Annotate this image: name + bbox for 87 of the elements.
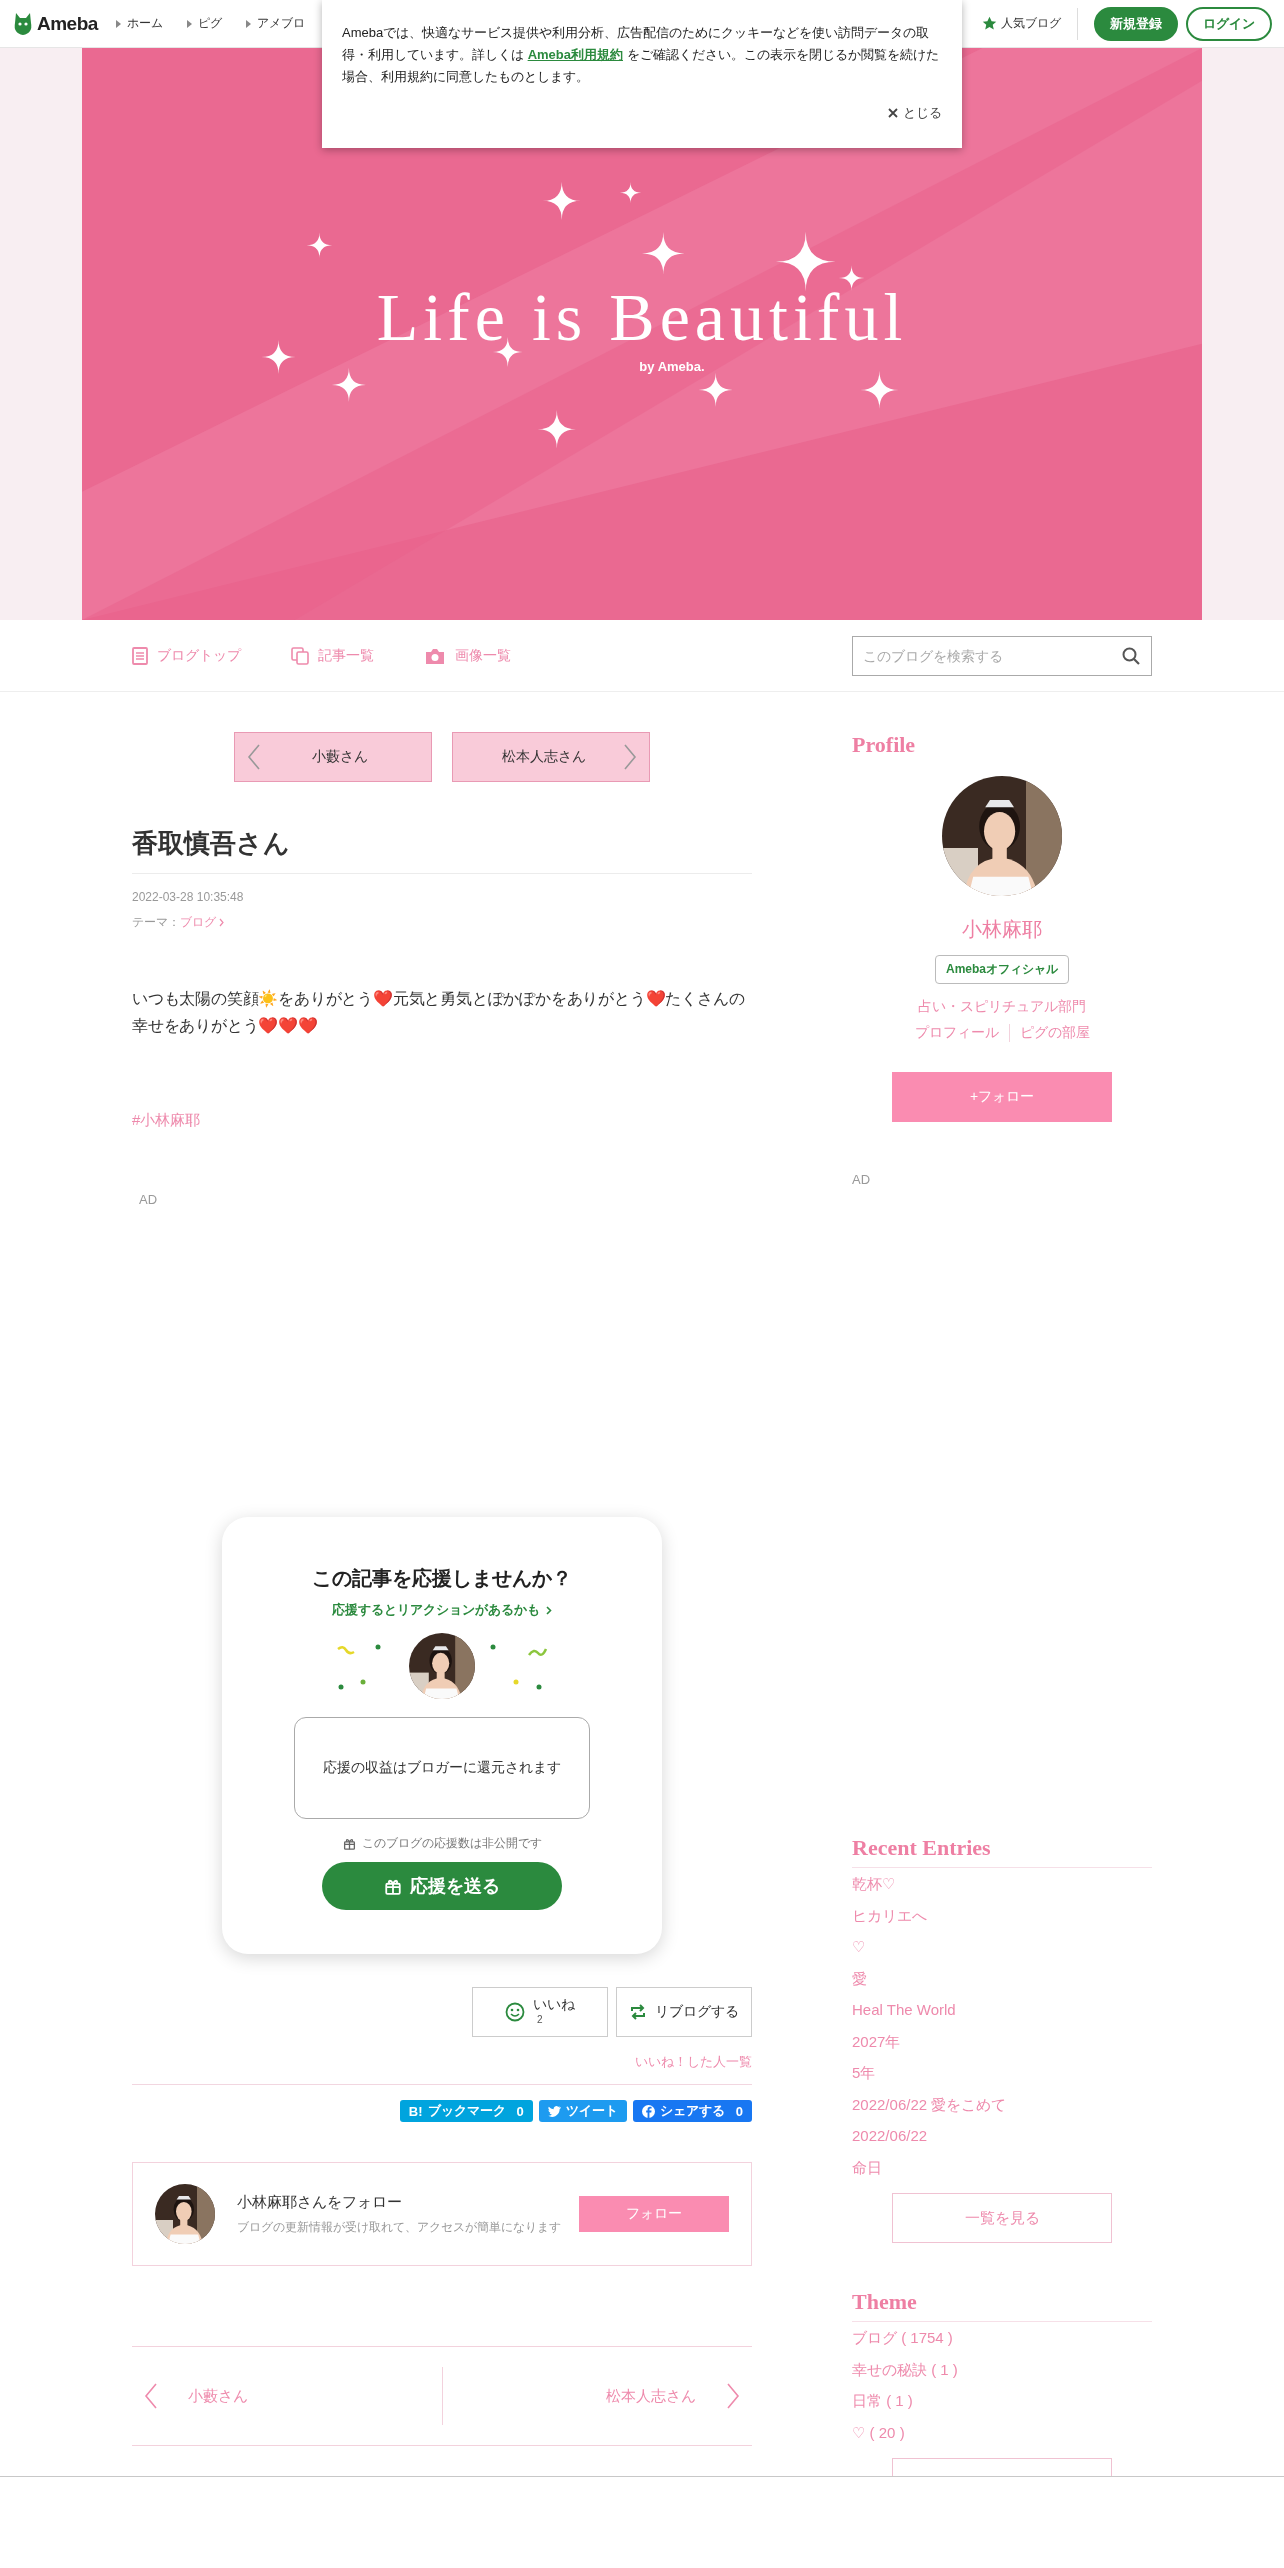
category-link[interactable]: 占い・スピリチュアル部門 — [918, 998, 1086, 1014]
follow-button[interactable]: フォロー — [579, 2196, 729, 2232]
facebook-icon — [641, 2104, 655, 2118]
pages-icon — [291, 646, 309, 665]
recent-entries-heading: Recent Entries — [852, 1835, 1152, 1868]
theme-entry-link[interactable]: 日常 ( 1 ) — [852, 2385, 1152, 2417]
nav-link[interactable]: ホーム — [126, 15, 163, 32]
caret-icon — [186, 19, 192, 28]
close-icon — [888, 108, 898, 118]
search-icon — [1122, 646, 1140, 665]
caret-icon — [245, 19, 251, 28]
byline: by Ameba. — [639, 359, 705, 374]
nav-link[interactable]: アメブロ — [256, 15, 305, 32]
recent-entry-link[interactable]: ♡ — [852, 1931, 1152, 1963]
theme-link[interactable]: ブログ — [180, 914, 224, 931]
blog-nav-link[interactable]: ブログトップ — [132, 646, 241, 665]
likers-link[interactable]: いいね！した人一覧 — [635, 2054, 752, 2069]
reblog-button[interactable]: リブログする — [616, 1987, 752, 2037]
smiley-icon — [505, 2002, 525, 2022]
recent-entry-link[interactable]: 愛 — [852, 1962, 1152, 1994]
search-field[interactable]: このブログを検索する — [852, 635, 1152, 676]
ad-label: AD — [139, 1192, 159, 1207]
share-button[interactable]: シェアする 0 — [632, 2100, 752, 2122]
gift-icon — [342, 1837, 356, 1850]
camera-icon — [424, 646, 446, 665]
chevron-right-icon — [219, 918, 224, 927]
chevron-right-icon — [546, 1606, 552, 1615]
list-icon — [132, 646, 148, 665]
support-note: このブログの応援数は非公開です — [361, 1835, 542, 1852]
chevron-right-icon — [726, 2383, 740, 2409]
recent-entry-link[interactable]: Heal The World — [852, 1994, 1152, 2026]
follow-subtitle: ブログの更新情報が受け取れて、アクセスが簡単になります — [237, 2220, 562, 2235]
popular-blogs-link[interactable]: 人気ブログ — [1001, 15, 1061, 32]
nav-link[interactable]: ピグ — [197, 15, 222, 32]
blog-nav-link[interactable]: 記事一覧 — [291, 646, 374, 665]
support-title: この記事を応援しませんか？ — [312, 1566, 572, 1591]
caret-icon — [115, 19, 121, 28]
hatena-logo: B! — [408, 2103, 423, 2119]
terms-link[interactable]: Ameba利用規約 — [527, 47, 623, 62]
logo-text[interactable]: Ameba — [37, 12, 98, 35]
profile-link[interactable]: ピグの部屋 — [1008, 1024, 1090, 1042]
follow-title: 小林麻耶さんをフォロー — [237, 2193, 403, 2212]
next-article-link[interactable]: 松本人志さん — [442, 2383, 752, 2409]
hashtag-link[interactable]: #小林麻耶 — [132, 1111, 201, 1128]
recent-entry-link[interactable]: ヒカリエへ — [852, 1899, 1152, 1931]
official-badge: Amebaオフィシャル — [935, 955, 1069, 984]
share-button[interactable]: ツイート — [538, 2100, 627, 2122]
theme-entry-link[interactable]: ♡ ( 20 ) — [852, 2416, 1152, 2448]
blog-title: Life is Beautiful — [376, 278, 908, 357]
bird-icon — [547, 2105, 561, 2117]
follow-button[interactable]: +フォロー — [892, 1072, 1112, 1122]
close-button[interactable]: とじる — [888, 104, 942, 122]
theme-entry-link[interactable]: 幸せの秘訣 ( 1 ) — [852, 2353, 1152, 2385]
article-title: 香取慎吾さん — [132, 826, 752, 874]
theme-label: テーマ： — [132, 914, 180, 931]
chevron-left-icon — [247, 744, 261, 770]
recent-entry-link[interactable]: 乾杯♡ — [852, 1868, 1152, 1900]
chevron-left-icon — [144, 2383, 158, 2409]
login-button[interactable]: ログイン — [1186, 6, 1272, 41]
ad-label: AD — [852, 1172, 872, 1187]
star-icon — [982, 16, 997, 31]
previous-article-button[interactable]: 小藪さん — [234, 732, 432, 782]
send-support-button[interactable]: 応援を送る — [322, 1862, 562, 1910]
recent-entry-link[interactable]: 2027年 — [852, 2025, 1152, 2057]
post-date: 2022-03-28 10:35:48 — [132, 890, 245, 904]
recent-entry-link[interactable]: 5年 — [852, 2057, 1152, 2089]
previous-article-link[interactable]: 小藪さん — [132, 2383, 442, 2409]
article-body: いつも太陽の笑顔☀をありがとう❤元気と勇気とぽかぽかをありがとう❤たくさんの幸せをありがとう❤❤❤ — [132, 988, 746, 1036]
blog-nav-link[interactable]: 画像一覧 — [424, 646, 511, 665]
theme-entry-link[interactable]: ブログ ( 1754 ) — [852, 2322, 1152, 2354]
recent-entry-link[interactable]: 命日 — [852, 2151, 1152, 2183]
view-all-button[interactable]: 一覧を見る — [892, 2193, 1112, 2243]
support-message: 応援の収益はブロガーに還元されます — [294, 1717, 590, 1819]
chevron-right-icon — [623, 744, 637, 770]
like-button[interactable]: いいね 2 — [472, 1987, 608, 2037]
profile-link[interactable]: プロフィール — [914, 1024, 999, 1042]
support-reaction-link[interactable]: 応援するとリアクションがあるかも — [332, 1602, 552, 1619]
blogger-name[interactable]: 小林麻耶 — [962, 918, 1042, 940]
reblog-icon — [629, 2004, 647, 2020]
gift-icon — [384, 1877, 402, 1895]
signup-button[interactable]: 新規登録 — [1094, 6, 1178, 41]
profile-heading: Profile — [852, 732, 917, 758]
next-article-button[interactable]: 松本人志さん — [452, 732, 650, 782]
theme-heading: Theme — [852, 2289, 1152, 2322]
recent-entry-link[interactable]: 2022/06/22 愛をこめて — [852, 2088, 1152, 2120]
recent-entry-link[interactable]: 2022/06/22 — [852, 2120, 1152, 2152]
share-button[interactable]: B! ブックマーク 0 — [399, 2100, 533, 2122]
